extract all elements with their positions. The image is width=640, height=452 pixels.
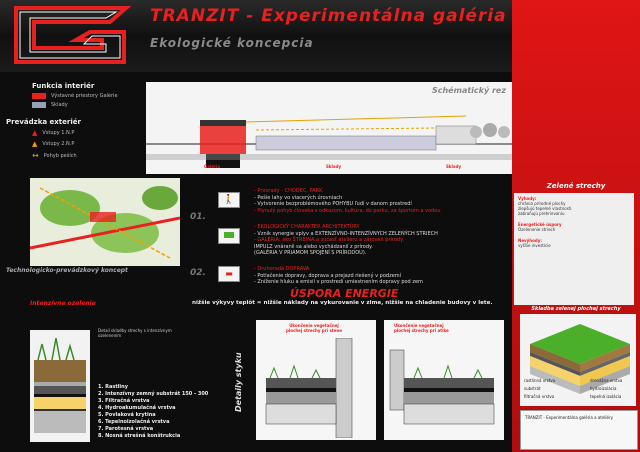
layer-item: 2. Intenzívny zemný substrát 150 - 300 (98, 391, 209, 397)
energy-saving-text: nižšie výkyvy teplôt = nižšie náklady na… (192, 300, 493, 306)
detail-caption: Ukončenie vegetačnej plochej strechy pri… (285, 323, 343, 333)
legend-label: Vstupy 1.N.P (42, 130, 75, 136)
car-icon: ▬ (218, 266, 240, 282)
layer-item: 5. Povlaková krytina (98, 412, 156, 418)
energy-saving-title: ÚSPORA ENERGIE (290, 287, 399, 300)
detail-wall-junction: Ukončenie vegetačnej plochej strechy pri… (256, 320, 376, 440)
rc-item: zabraňujú prehrievaniu (518, 211, 565, 216)
section-label-galeria: Galéria (204, 164, 221, 169)
roof-layer-list: 1. Rastliny 2. Intenzívny zemný substrát… (98, 384, 208, 440)
double-arrow-icon: ↔ (32, 151, 39, 160)
diagram-label: filtračná vrstva (524, 394, 555, 399)
triangle-icon: ▲ (32, 140, 38, 148)
legend-interior-title: Funkcia interiér (32, 82, 95, 90)
green-roof-icon (218, 228, 240, 244)
concept-line: - Zníženie hluku a emisií v prostredí um… (254, 279, 423, 285)
rc-item: Ozelenenie striech (518, 227, 556, 232)
site-map-drawing (29, 178, 181, 266)
schematic-section: Schématický rez Galéria Sklady Sklady (146, 82, 512, 174)
map-caption: Technologicko-prevádzkový koncept (6, 267, 128, 274)
legend-row: Výstavné priestory Galérie (32, 93, 141, 99)
diagram-label: drenážna vrstva (590, 378, 623, 383)
legend-swatch-red (32, 93, 46, 99)
detail-parapet-drawing (389, 349, 495, 425)
legend-label: Vstupy 2.N.P (42, 141, 75, 147)
roof-3d-drawing (530, 324, 630, 394)
page-title: TRANZIT - Experimentálna galéria (150, 6, 507, 26)
concept-line: (GALÉRIA V PRIAMOM SPOJENÍ S PRÍRODOU). (254, 250, 367, 256)
section-drawing (146, 115, 512, 168)
pedestrian-icon: 🚶 (218, 192, 240, 208)
title-block: TRANZIT - Experimentálna galéria a ateli… (520, 410, 638, 450)
legend-row: ▲ Vstupy 1.N.P (32, 129, 141, 137)
logo-icon (14, 6, 132, 64)
site-map (29, 178, 181, 266)
green-roofs-panel: Výhody: chránia prírodné plochy zlepšujú… (514, 193, 634, 305)
roof-layer-detail (30, 330, 90, 442)
section-label-sklady: Sklady (326, 164, 342, 169)
roof-3d-diagram: rastlinná vrstva drenážna vrstva substrá… (520, 314, 636, 406)
details-label: Detaily styku (234, 352, 243, 412)
detail-parapet: Ukončenie vegetačnej plochej strechy pri… (384, 320, 504, 440)
legend-row: ▲ Vstupy 2.N.P (32, 140, 141, 148)
concept-line: - Plynulý pohyb človeka s odkazom, kultú… (254, 207, 441, 214)
green-roofs-title: Zelené strechy (546, 182, 606, 190)
detail-caption: Ukončenie vegetačnej plochej strechy pri… (394, 323, 449, 333)
legend-exterior-title: Prevádzka exteriér (6, 118, 81, 126)
section-title: Schématický rez (431, 86, 506, 95)
diagram-label: substrát (524, 386, 541, 391)
concept-number: 01. (190, 212, 206, 222)
diagram-label: tepelná izolácia (590, 394, 622, 399)
concept-text: - Prvorady - CHODEC, PARK - Pešie lahy v… (254, 188, 510, 214)
concept-text: - Druhoradá DOPRAVA - Potlačenie dopravy… (254, 266, 510, 286)
legend-label: Výstavné priestory Galérie (51, 93, 118, 99)
layer-item: 6. Tepelnoizolačná vrstva (98, 419, 170, 425)
roof-diagram-title: Skladba zelenej plochej strechy (531, 306, 621, 312)
up-arrow-icon: ▲ (32, 129, 38, 137)
diagram-label: hydroizolácia (590, 386, 617, 391)
green-roof-caption: Detail skladby strechy s intenzívnym oze… (98, 328, 172, 338)
concept-number: 02. (190, 268, 206, 278)
legend: Funkcia interiér Výstavné priestory Galé… (6, 82, 141, 160)
title-block-text: TRANZIT - Experimentálna galéria a ateli… (525, 415, 614, 420)
concept-text: - EKOLOGICKÝ CHARAKTER ARCHITEKTÚRY - Vz… (254, 224, 510, 257)
section-label-sklady: Sklady (446, 164, 462, 169)
layer-item: 7. Parotesná vrstva (98, 426, 154, 432)
legend-swatch-grey (32, 102, 46, 108)
legend-row: Sklady (32, 102, 141, 108)
green-roofs-text: Výhody: chránia prírodné plochy zlepšujú… (514, 193, 634, 251)
diagram-label: rastlinná vrstva (524, 378, 556, 383)
roof-layer-drawing (34, 337, 86, 433)
layer-item: 1. Rastliny (98, 384, 128, 390)
layer-item: 3. Filtračná vrstva (98, 398, 150, 404)
detail-wall-drawing (265, 338, 353, 438)
layer-item: 4. Hydroakumulačná vrstva (98, 405, 176, 411)
page-subtitle: Ekologické koncepcia (150, 36, 314, 50)
green-roof-title: Intenzívne ozelenie (30, 300, 96, 307)
rc-item: vyššie investície (518, 243, 551, 248)
legend-label: Sklady (51, 102, 68, 108)
layer-item: 8. Nosná strešná konštrukcia (98, 433, 181, 439)
legend-row: ↔ Pohyb peších (32, 151, 141, 160)
legend-label: Pohyb peších (43, 152, 77, 159)
